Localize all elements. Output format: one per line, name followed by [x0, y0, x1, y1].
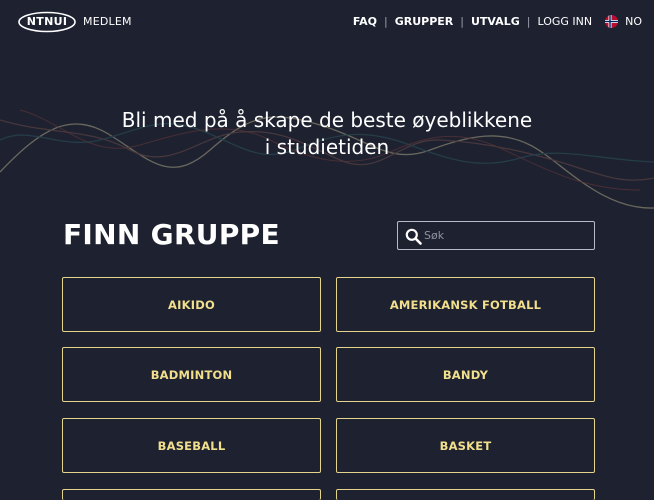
brand-label[interactable]: MEDLEM: [83, 15, 132, 28]
logo-text: NTNUI: [26, 15, 68, 28]
main-menu: FAQ | GRUPPER | UTVALG | LOGG INN NO: [353, 15, 642, 28]
hero-title-line-2: i studietiden: [264, 135, 390, 159]
language-selector[interactable]: NO: [625, 15, 642, 28]
nav-separator: |: [526, 15, 531, 28]
group-card-bandy[interactable]: BANDY: [336, 347, 595, 402]
group-card-amerikansk-fotball[interactable]: AMERIKANSK FOTBALL: [336, 277, 595, 332]
nav-link-grupper[interactable]: GRUPPER: [395, 15, 454, 28]
group-card-baseball[interactable]: BASEBALL: [62, 418, 321, 473]
section-title: FINN GRUPPE: [63, 218, 280, 251]
hero-title-line-1: Bli med på å skape de beste øyeblikkene: [121, 108, 533, 132]
nav-separator: |: [460, 15, 464, 28]
nav-separator: |: [384, 15, 388, 28]
search-input[interactable]: [424, 222, 589, 249]
hero-title: Bli med på å skape de beste øyeblikkene …: [0, 107, 654, 161]
group-card-basket[interactable]: BASKET: [336, 418, 595, 473]
group-card-badminton[interactable]: BADMINTON: [62, 347, 321, 402]
ntnui-logo[interactable]: NTNUI: [17, 11, 77, 33]
nav-link-faq[interactable]: FAQ: [353, 15, 377, 28]
top-navigation: NTNUI MEDLEM FAQ | GRUPPER | UTVALG | LO…: [0, 0, 654, 46]
nav-link-utvalg[interactable]: UTVALG: [471, 15, 520, 28]
search-icon: [405, 228, 422, 249]
search-box[interactable]: [397, 221, 595, 250]
group-card-aikido[interactable]: AIKIDO: [62, 277, 321, 332]
group-card-partial[interactable]: [336, 489, 595, 500]
norway-flag-icon[interactable]: [605, 15, 619, 28]
nav-link-logg-inn[interactable]: LOGG INN: [537, 15, 592, 28]
group-card-partial[interactable]: [62, 489, 321, 500]
